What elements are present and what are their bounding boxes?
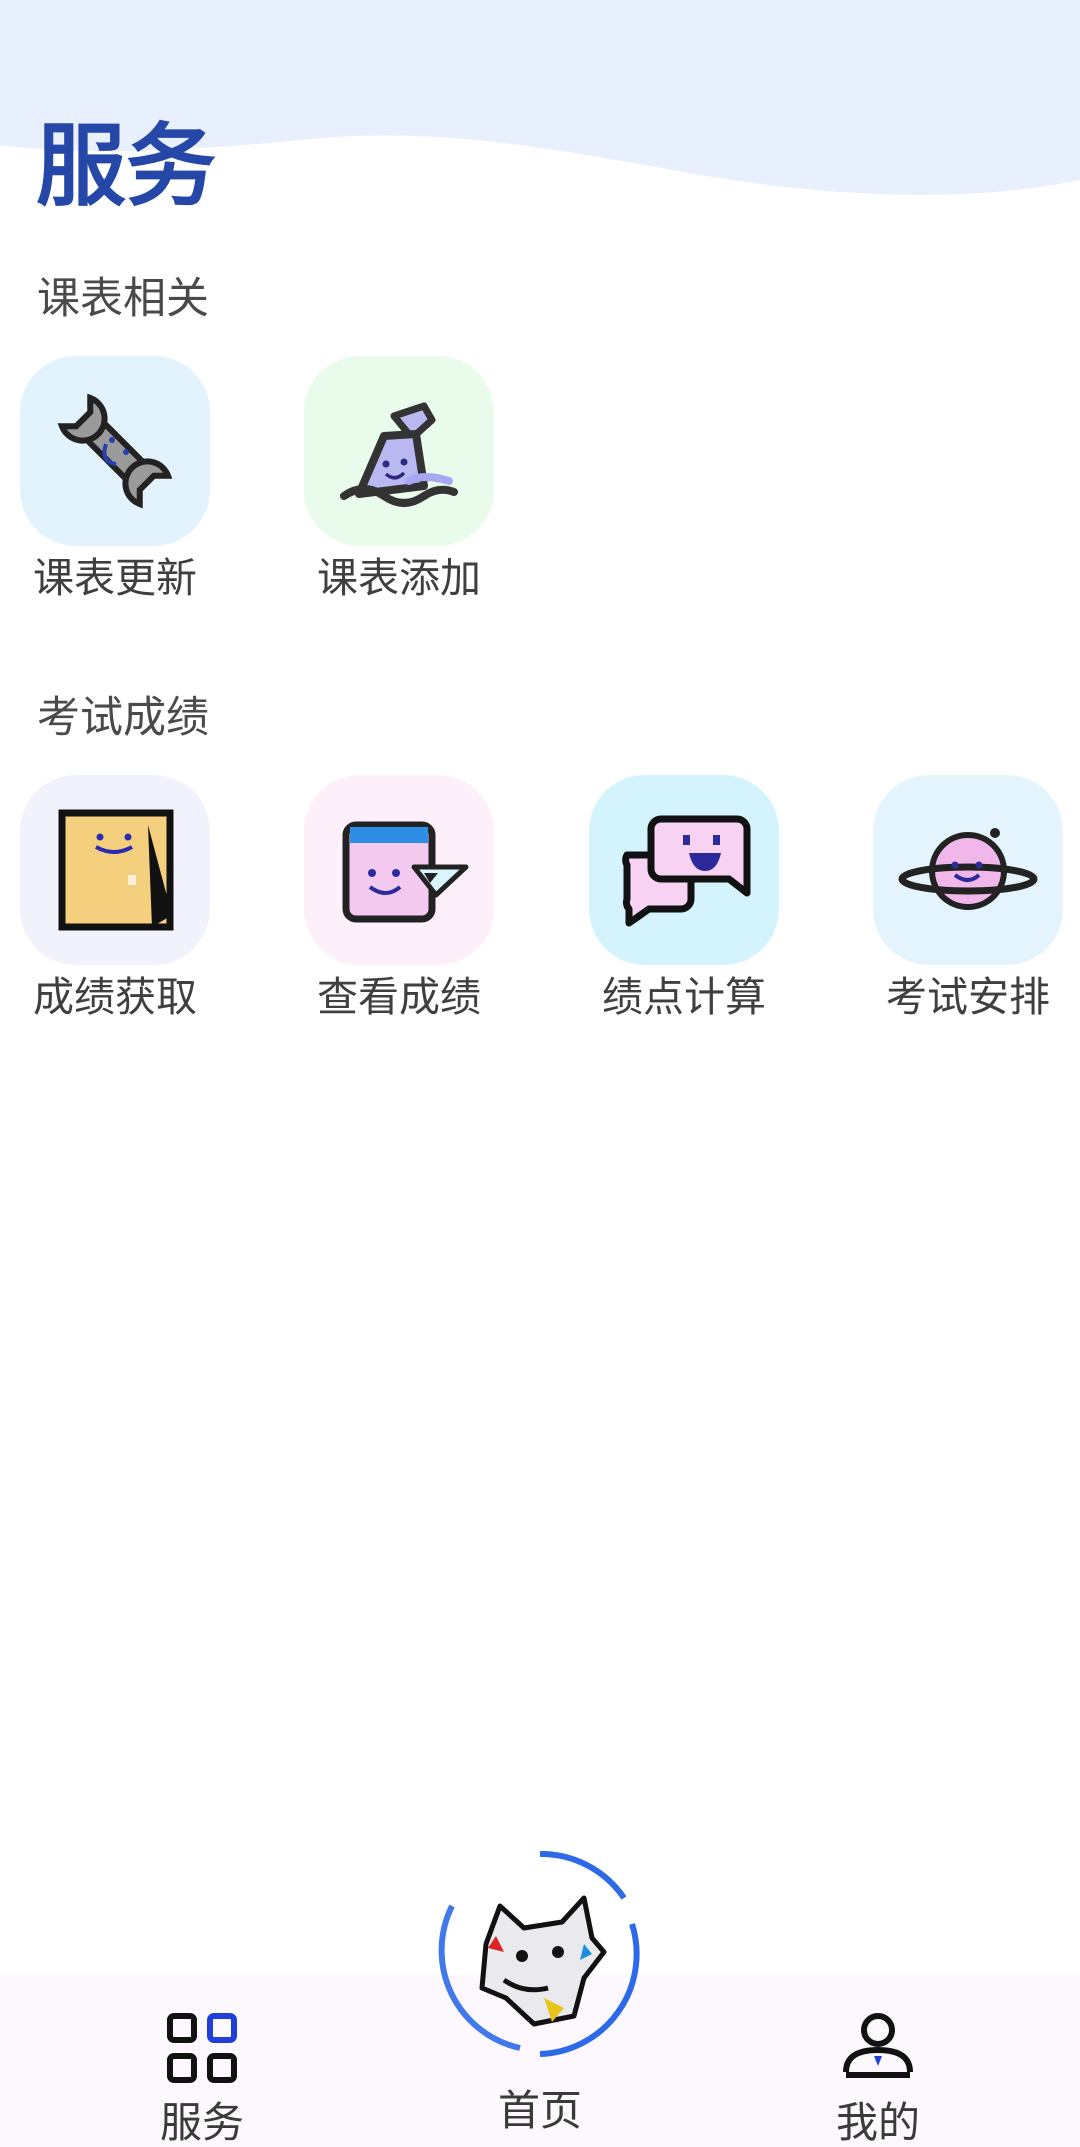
tile-schedule-add[interactable]: 课表添加	[284, 356, 514, 636]
page-title: 服务	[36, 114, 216, 219]
tile-icon-box	[20, 356, 210, 546]
tile-grade-fetch[interactable]: 成绩获取	[0, 775, 230, 1055]
planet-icon	[898, 828, 1038, 910]
nav-label-home: 首页	[497, 2086, 582, 2135]
tile-schedule-update[interactable]: 课表更新	[0, 356, 230, 636]
person-icon	[843, 2013, 913, 2078]
section-title-schedule: 课表相关	[37, 274, 209, 324]
shovel-icon	[340, 402, 458, 507]
tile-exam-schedule[interactable]: 考试安排	[853, 775, 1080, 1055]
nav-label-services: 服务	[159, 2098, 244, 2147]
tile-gpa-calc[interactable]: 绩点计算	[569, 775, 799, 1055]
nav-item-home[interactable]: 首页	[440, 2090, 640, 2132]
tile-icon-box	[20, 775, 210, 965]
nav-label-mine: 我的	[835, 2098, 920, 2147]
tile-view-grades[interactable]: 查看成绩	[284, 775, 514, 1055]
card-ruler-icon	[342, 821, 469, 923]
tile-label: 成绩获取	[33, 973, 197, 1021]
tile-label: 课表添加	[317, 554, 481, 602]
section-title-exam: 考试成绩	[37, 693, 209, 743]
wrench-icon	[57, 393, 173, 509]
tile-icon-box	[304, 775, 494, 965]
tile-icon-box	[873, 775, 1063, 965]
tile-label: 绩点计算	[602, 973, 766, 1021]
tile-icon-box	[304, 356, 494, 546]
nav-item-services[interactable]: 服务	[102, 2012, 302, 2144]
nav-item-mine[interactable]: 我的	[778, 2010, 978, 2144]
home-logo-button[interactable]	[434, 1848, 646, 2060]
tile-label: 考试安排	[886, 973, 1050, 1021]
dog-logo-icon	[479, 1895, 607, 2027]
tile-label: 课表更新	[33, 554, 197, 602]
grid-icon	[167, 2013, 237, 2083]
chat-bubbles-icon	[622, 815, 751, 927]
tile-icon-box	[589, 775, 779, 965]
tile-label: 查看成绩	[317, 973, 481, 1021]
bag-icon	[58, 809, 174, 931]
